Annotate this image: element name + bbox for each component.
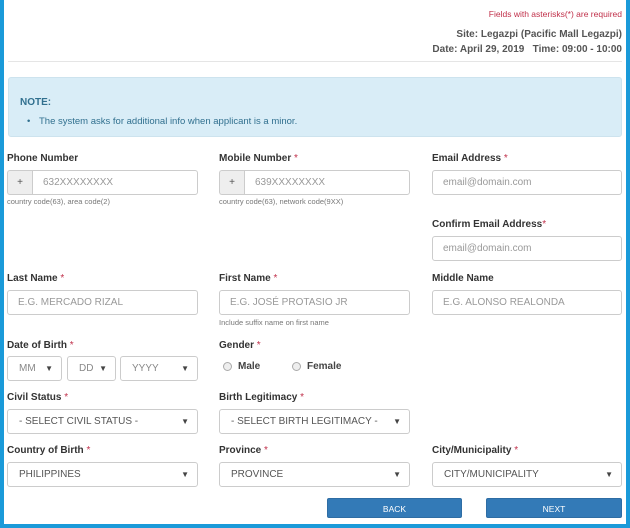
- radio-circle-icon: [292, 362, 301, 371]
- email-input[interactable]: email@domain.com: [432, 170, 622, 195]
- phone-number-label: Phone Number: [7, 153, 79, 164]
- confirm-email-label: Confirm Email Address*: [432, 219, 547, 230]
- mobile-plus-addon: +: [219, 170, 244, 195]
- caret-down-icon: ▼: [45, 364, 53, 373]
- birth-legitimacy-label: Birth Legitimacy *: [219, 392, 305, 403]
- civil-status-label: Civil Status *: [7, 392, 69, 403]
- caret-down-icon: ▼: [181, 364, 189, 373]
- city-municipality-select[interactable]: CITY/MUNICIPALITY ▼: [432, 462, 622, 487]
- last-name-input[interactable]: E.G. MERCADO RIZAL: [7, 290, 198, 315]
- dob-day-select[interactable]: DD ▼: [67, 356, 116, 381]
- form-panel: Fields with asterisks(*) are required Si…: [4, 0, 626, 524]
- back-button[interactable]: BACK: [327, 498, 462, 518]
- province-label: Province *: [219, 445, 268, 456]
- appointment-info: Site: Legazpi (Pacific Mall Legazpi) Dat…: [432, 27, 622, 57]
- caret-down-icon: ▼: [393, 470, 401, 479]
- last-name-label: Last Name *: [7, 273, 65, 284]
- first-name-input[interactable]: E.G. JOSÉ PROTASIO JR: [219, 290, 410, 315]
- civil-status-select[interactable]: - SELECT CIVIL STATUS - ▼: [7, 409, 198, 434]
- caret-down-icon: ▼: [181, 417, 189, 426]
- time-label: Time:: [532, 44, 560, 55]
- radio-circle-icon: [223, 362, 232, 371]
- first-name-help: Include suffix name on first name: [219, 318, 329, 327]
- first-name-label: First Name *: [219, 273, 278, 284]
- dob-month-select[interactable]: MM ▼: [7, 356, 62, 381]
- gender-male-radio[interactable]: Male: [223, 361, 260, 372]
- date-of-birth-label: Date of Birth *: [7, 340, 74, 351]
- note-box: NOTE: The system asks for additional inf…: [8, 77, 622, 137]
- next-button[interactable]: NEXT: [486, 498, 622, 518]
- divider: [8, 61, 622, 62]
- caret-down-icon: ▼: [393, 417, 401, 426]
- time-value: 09:00 - 10:00: [561, 44, 622, 55]
- middle-name-label: Middle Name: [432, 273, 494, 284]
- note-title: NOTE:: [20, 97, 52, 108]
- site-label: Site:: [456, 29, 479, 40]
- dob-year-select[interactable]: YYYY ▼: [120, 356, 198, 381]
- email-label: Email Address *: [432, 153, 508, 164]
- note-item: The system asks for additional info when…: [27, 116, 297, 127]
- mobile-number-input[interactable]: 639XXXXXXXX: [244, 170, 410, 195]
- gender-female-radio[interactable]: Female: [292, 361, 341, 372]
- phone-number-help: country code(63), area code(2): [7, 197, 110, 206]
- phone-number-input[interactable]: 632XXXXXXXX: [32, 170, 198, 195]
- confirm-email-input[interactable]: email@domain.com: [432, 236, 622, 261]
- site-value: Legazpi (Pacific Mall Legazpi): [480, 29, 622, 40]
- date-value: April 29, 2019: [459, 44, 525, 55]
- middle-name-input[interactable]: E.G. ALONSO REALONDA: [432, 290, 622, 315]
- required-fields-note: Fields with asterisks(*) are required: [488, 9, 622, 19]
- caret-down-icon: ▼: [99, 364, 107, 373]
- city-municipality-label: City/Municipality *: [432, 445, 519, 456]
- country-of-birth-label: Country of Birth *: [7, 445, 91, 456]
- mobile-number-help: country code(63), network code(9XX): [219, 197, 344, 206]
- caret-down-icon: ▼: [605, 470, 613, 479]
- gender-label: Gender *: [219, 340, 261, 351]
- caret-down-icon: ▼: [181, 470, 189, 479]
- province-select[interactable]: PROVINCE ▼: [219, 462, 410, 487]
- mobile-number-label: Mobile Number *: [219, 153, 298, 164]
- phone-plus-addon: +: [7, 170, 32, 195]
- birth-legitimacy-select[interactable]: - SELECT BIRTH LEGITIMACY - ▼: [219, 409, 410, 434]
- country-of-birth-select[interactable]: PHILIPPINES ▼: [7, 462, 198, 487]
- date-label: Date:: [432, 44, 458, 55]
